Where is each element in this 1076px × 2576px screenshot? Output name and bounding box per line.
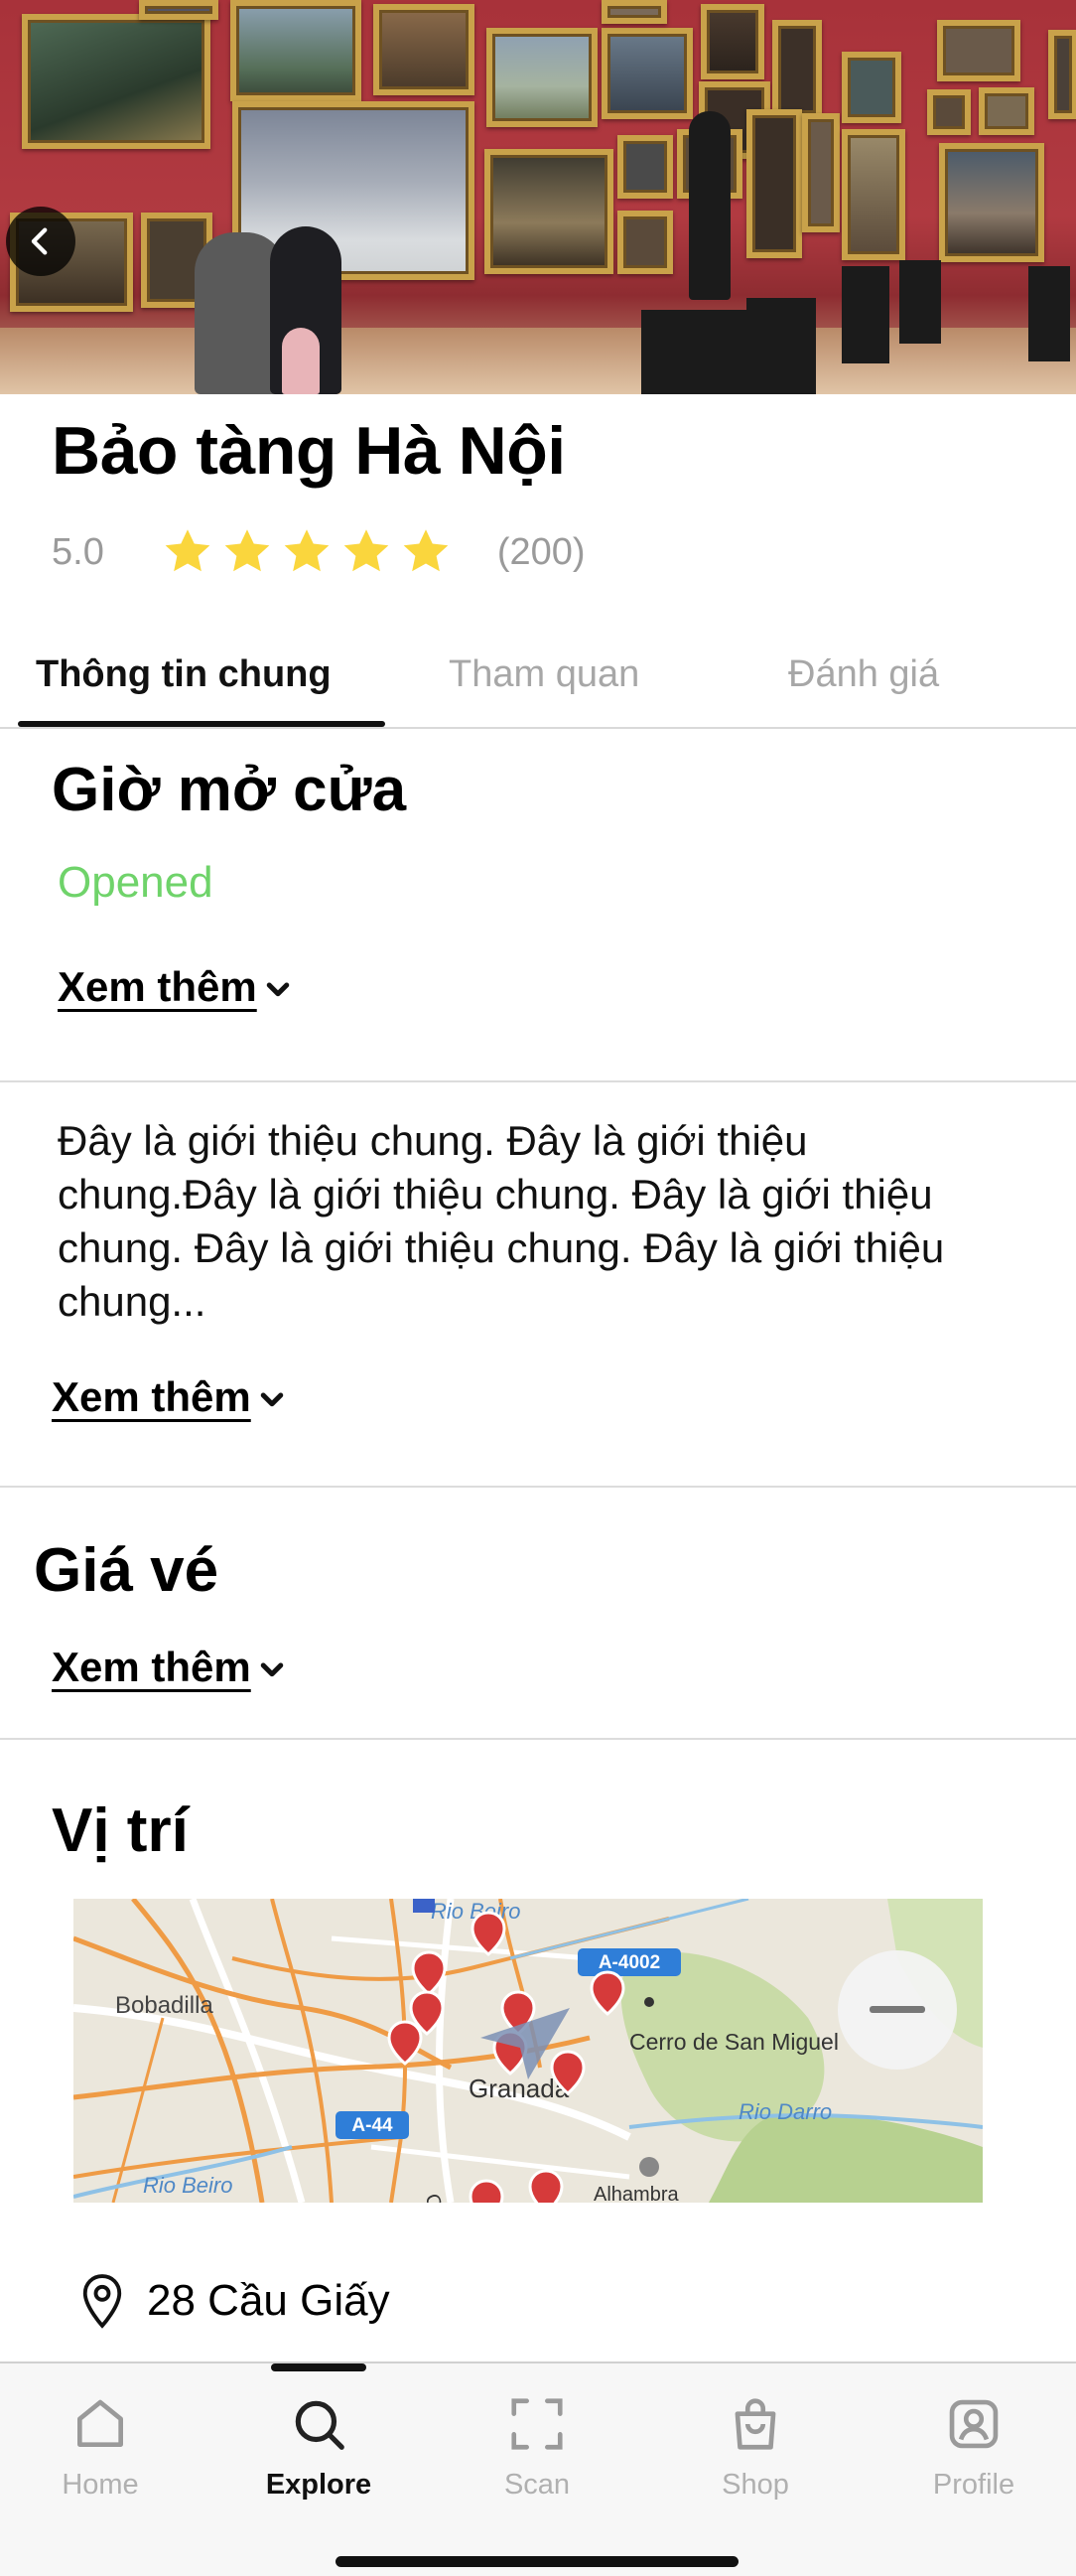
section-divider <box>0 1080 1076 1082</box>
nav-label: Home <box>62 2469 139 2501</box>
pedestal <box>1028 266 1070 361</box>
painting <box>602 28 693 119</box>
chevron-down-icon <box>266 982 289 997</box>
pedestal <box>641 310 750 394</box>
chevron-down-icon <box>260 1392 283 1407</box>
map-label-town: Bobadilla <box>115 1992 213 2019</box>
see-more-label: Xem thêm <box>58 963 257 1010</box>
intro-see-more-button[interactable]: Xem thêm <box>52 1373 287 1421</box>
star-icon <box>165 529 210 572</box>
pedestal <box>746 298 816 394</box>
nav-scan[interactable]: Scan <box>468 2393 606 2502</box>
chevron-down-icon <box>260 1662 283 1677</box>
intro-text: Đây là giới thiệu chung. Đây là giới thi… <box>58 1117 945 1325</box>
painting <box>802 113 840 232</box>
map-label-road2: A-44 <box>351 2115 393 2136</box>
rating-score: 5.0 <box>52 530 104 573</box>
painting <box>937 20 1020 81</box>
painting <box>617 211 673 274</box>
visitor <box>282 328 320 394</box>
hours-heading: Giờ mở cửa <box>52 756 407 824</box>
star-icon <box>224 529 270 572</box>
nav-label: Shop <box>722 2469 789 2501</box>
location-pin-icon <box>82 2274 122 2329</box>
see-more-label: Xem thêm <box>52 1644 251 1690</box>
painting <box>772 20 822 119</box>
rating-count: (200) <box>496 530 586 573</box>
pedestal <box>842 266 889 363</box>
map-label-landmark: Alhambra <box>594 2184 679 2203</box>
section-divider <box>0 1486 1076 1488</box>
scan-icon <box>511 2398 563 2450</box>
back-button[interactable] <box>6 207 75 276</box>
statue <box>689 111 731 300</box>
painting <box>746 109 802 258</box>
painting <box>22 14 210 149</box>
nav-label: Profile <box>932 2469 1015 2501</box>
tab-reviews[interactable]: Đánh giá <box>788 653 939 696</box>
tab-general-info[interactable]: Thông tin chung <box>36 653 332 696</box>
nav-home[interactable]: Home <box>31 2393 170 2502</box>
open-status: Opened <box>58 858 213 907</box>
painting <box>230 0 361 101</box>
painting <box>139 0 218 20</box>
search-icon <box>295 2400 344 2450</box>
painting <box>701 4 764 79</box>
address-text: 28 Cầu Giấy <box>147 2276 390 2325</box>
see-more-label: Xem thêm <box>52 1373 251 1420</box>
hours-see-more-button[interactable]: Xem thêm <box>58 963 293 1011</box>
painting <box>486 28 598 127</box>
hero-image <box>0 0 1076 394</box>
active-nav-indicator <box>271 2363 366 2371</box>
nav-label: Explore <box>265 2469 372 2501</box>
painting <box>927 89 971 135</box>
pedestal <box>899 260 941 344</box>
painting <box>373 4 474 95</box>
map-canvas: A-4002 A-44 Bobadilla Granada Cerro de S… <box>73 1899 983 2203</box>
home-icon <box>77 2399 123 2447</box>
rating-row: 5.0 (200) <box>52 524 586 580</box>
page-title: Bảo tàng Hà Nội <box>52 413 566 489</box>
rating-stars <box>162 526 460 578</box>
minus-icon <box>870 2006 925 2013</box>
tab-bar: Thông tin chung Tham quan Đánh giá <box>0 636 1076 729</box>
star-icon <box>284 529 330 572</box>
nav-explore[interactable]: Explore <box>249 2393 388 2502</box>
map-label-river1: Rio Beiro <box>143 2173 232 2198</box>
section-divider <box>0 1738 1076 1740</box>
map-label-road1: A-4002 <box>599 1952 660 1973</box>
nav-shop[interactable]: Shop <box>686 2393 825 2502</box>
active-tab-indicator <box>18 721 385 727</box>
home-indicator <box>336 2556 739 2567</box>
star-icon <box>403 529 449 572</box>
tab-visit[interactable]: Tham quan <box>449 653 639 696</box>
location-map[interactable]: A-4002 A-44 Bobadilla Granada Cerro de S… <box>73 1899 983 2203</box>
nav-profile[interactable]: Profile <box>904 2393 1043 2502</box>
painting <box>484 149 613 274</box>
chevron-left-icon <box>31 227 48 255</box>
address-row: 28 Cầu Giấy <box>79 2272 390 2330</box>
nav-label: Scan <box>503 2469 571 2501</box>
painting <box>617 135 673 199</box>
tickets-see-more-button[interactable]: Xem thêm <box>52 1644 287 1691</box>
painting <box>1048 30 1076 119</box>
shopping-bag-icon <box>735 2398 776 2450</box>
painting <box>939 143 1044 262</box>
painting <box>842 52 901 123</box>
map-label-river2: Rio Darro <box>739 2099 832 2124</box>
painting <box>602 0 667 24</box>
star-icon <box>343 529 389 572</box>
map-label-hill: Cerro de San Miguel <box>629 2029 839 2055</box>
profile-icon <box>949 2399 999 2449</box>
painting <box>842 129 905 260</box>
tickets-heading: Giá vé <box>34 1536 219 1605</box>
painting <box>979 87 1034 135</box>
location-heading: Vị trí <box>52 1796 189 1865</box>
